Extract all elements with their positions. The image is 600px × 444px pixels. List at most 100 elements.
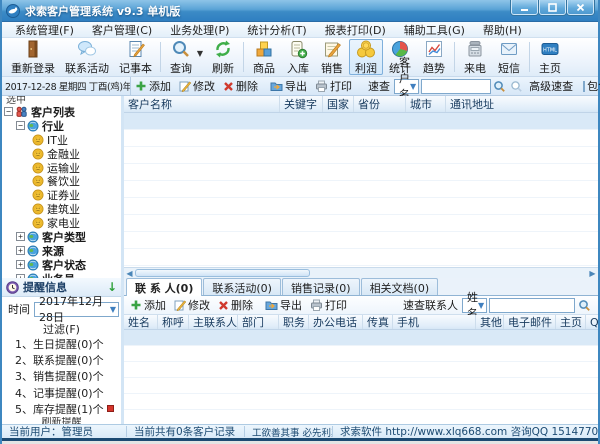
clipped-refresh-reminder-button[interactable]: 刷新提醒 — [2, 417, 121, 424]
scroll-right-icon[interactable]: ▶ — [587, 268, 598, 278]
tab-contact-activity[interactable]: 联系活动(0) — [203, 278, 281, 295]
contact-quick-search-go-button[interactable] — [575, 297, 594, 313]
advanced-search-link[interactable]: 高级速查 — [525, 78, 577, 94]
edit-customer-button[interactable]: 修改 — [175, 78, 219, 94]
reminder-date-select[interactable]: 2017年12月28日 ▼ — [34, 302, 119, 317]
contact-activity-button[interactable]: 联系活动 — [60, 39, 114, 75]
tree-branch-customer-type[interactable]: + 客户类型 — [2, 230, 121, 244]
tree-leaf-appliance[interactable]: 家电业 — [2, 216, 121, 230]
edit-icon — [179, 80, 191, 92]
column-header[interactable]: 姓名 — [124, 315, 158, 329]
column-header[interactable]: 省份 — [354, 96, 406, 112]
tree-leaf-transport[interactable]: 运输业 — [2, 161, 121, 175]
goods-button[interactable]: 商品 — [247, 39, 281, 75]
statistics-button[interactable]: 统计 — [383, 39, 417, 75]
menu-tools[interactable]: 辅助工具(G) — [395, 22, 474, 38]
column-header[interactable]: 传真 — [363, 315, 393, 329]
note-reminder-item[interactable]: 4、记事提醒(0)个 — [15, 385, 121, 401]
tab-contacts[interactable]: 联 系 人(0) — [126, 278, 202, 296]
collapse-icon[interactable]: − — [4, 107, 13, 116]
export-button[interactable]: 导出 — [266, 78, 311, 94]
column-header[interactable]: 部门 — [238, 315, 279, 329]
sales-reminder-item[interactable]: 3、销售提醒(0)个 — [15, 368, 121, 384]
expand-icon[interactable]: + — [16, 246, 25, 255]
tab-related-documents[interactable]: 相关文档(0) — [361, 278, 439, 295]
contact-quick-search-field-select[interactable]: 姓名 ▼ — [462, 298, 487, 313]
notepad-button[interactable]: 记事本 — [114, 39, 157, 75]
customer-table-body[interactable] — [124, 113, 598, 267]
close-button[interactable] — [567, 0, 594, 15]
column-header[interactable]: 城市 — [406, 96, 446, 112]
collapse-icon[interactable]: − — [16, 121, 25, 130]
expand-icon[interactable]: + — [16, 260, 25, 269]
add-customer-button[interactable]: 添加 — [131, 78, 175, 94]
column-header[interactable]: 办公电话 — [309, 315, 363, 329]
homepage-button[interactable]: HTML 主页 — [533, 39, 567, 75]
sms-button[interactable]: 短信 — [492, 39, 526, 75]
edit-contact-button[interactable]: 修改 — [170, 297, 214, 313]
menu-business[interactable]: 业务处理(P) — [161, 22, 238, 38]
tree-leaf-it[interactable]: IT业 — [2, 133, 121, 147]
menu-customer[interactable]: 客户管理(C) — [83, 22, 161, 38]
maximize-button[interactable] — [539, 0, 566, 15]
trend-button[interactable]: 趋势 — [417, 39, 451, 75]
relogin-button[interactable]: 重新登录 — [6, 39, 60, 75]
delete-contact-button[interactable]: 删除 — [214, 297, 257, 313]
tree-leaf-securities[interactable]: 证券业 — [2, 188, 121, 202]
birthday-reminder-item[interactable]: 1、生日提醒(0)个 — [15, 336, 121, 352]
tree-root-customer-list[interactable]: − 客户列表 — [2, 105, 121, 119]
menu-report-print[interactable]: 报表打印(D) — [316, 22, 395, 38]
app-logo-icon — [6, 4, 20, 18]
arrow-down-icon[interactable]: ↓ — [107, 282, 117, 292]
print-contacts-button[interactable]: 打印 — [306, 297, 351, 313]
column-header[interactable]: 通讯地址 — [446, 96, 598, 112]
query-button[interactable]: 查询 ▼ — [164, 39, 198, 75]
quick-search-input[interactable] — [421, 79, 491, 94]
column-header[interactable]: 客户名称 — [124, 96, 280, 112]
column-header[interactable]: 称呼 — [158, 315, 189, 329]
column-header[interactable]: 国家 — [323, 96, 354, 112]
tree-branch-source[interactable]: + 来源 — [2, 244, 121, 258]
column-header[interactable]: 主页 — [556, 315, 586, 329]
column-header[interactable]: 手机 — [393, 315, 476, 329]
column-header[interactable]: 关键字 — [280, 96, 323, 112]
stock-in-button[interactable]: 入库 — [281, 39, 315, 75]
query-dropdown-caret-icon[interactable]: ▼ — [197, 49, 203, 58]
tree-leaf-construction[interactable]: 建筑业 — [2, 202, 121, 216]
profit-button[interactable]: 利润 — [349, 39, 383, 75]
minimize-button[interactable] — [511, 0, 538, 15]
refresh-button[interactable]: 刷新 — [206, 39, 240, 75]
trend-chart-icon — [424, 39, 444, 59]
delete-customer-button[interactable]: 删除 — [219, 78, 262, 94]
tree-branch-industry[interactable]: − 行业 — [2, 119, 121, 133]
contact-table-body[interactable] — [124, 330, 598, 424]
incoming-call-button[interactable]: 来电 — [458, 39, 492, 75]
quick-search-go-button[interactable] — [491, 78, 508, 94]
tab-sales-records[interactable]: 销售记录(0) — [282, 278, 360, 295]
tree-leaf-catering[interactable]: 餐饮业 — [2, 174, 121, 188]
sales-button[interactable]: 销售 — [315, 39, 349, 75]
tree-leaf-finance[interactable]: 金融业 — [2, 147, 121, 161]
add-contact-button[interactable]: 添加 — [126, 297, 170, 313]
scroll-left-icon[interactable]: ◀ — [124, 268, 135, 278]
column-header[interactable]: QQ — [586, 315, 598, 329]
horizontal-scrollbar[interactable]: ◀ ▶ — [124, 267, 598, 278]
quick-search-clear-button[interactable] — [508, 78, 525, 94]
menu-help[interactable]: 帮助(H) — [474, 22, 531, 38]
stock-reminder-item[interactable]: 5、库存提醒(1)个 — [15, 401, 121, 417]
quick-search-field-select[interactable]: 客户名称 ▼ — [394, 79, 419, 94]
export-contacts-button[interactable]: 导出 — [261, 297, 306, 313]
column-header[interactable]: 职务 — [279, 315, 309, 329]
column-header[interactable]: 其他 — [476, 315, 504, 329]
filter-shortcut-label[interactable]: 过滤(F) — [2, 321, 121, 336]
contact-quick-search-input[interactable] — [489, 298, 575, 313]
column-header[interactable]: 主联系人 — [189, 315, 238, 329]
scrollbar-thumb[interactable] — [135, 269, 310, 277]
print-button[interactable]: 打印 — [311, 78, 356, 94]
tree-branch-customer-status[interactable]: + 客户状态 — [2, 258, 121, 272]
expand-icon[interactable]: + — [16, 232, 25, 241]
menu-system[interactable]: 系统管理(F) — [6, 22, 83, 38]
contact-reminder-item[interactable]: 2、联系提醒(0)个 — [15, 352, 121, 368]
menu-statistics[interactable]: 统计分析(T) — [238, 22, 315, 38]
column-header[interactable]: 电子邮件 — [504, 315, 556, 329]
